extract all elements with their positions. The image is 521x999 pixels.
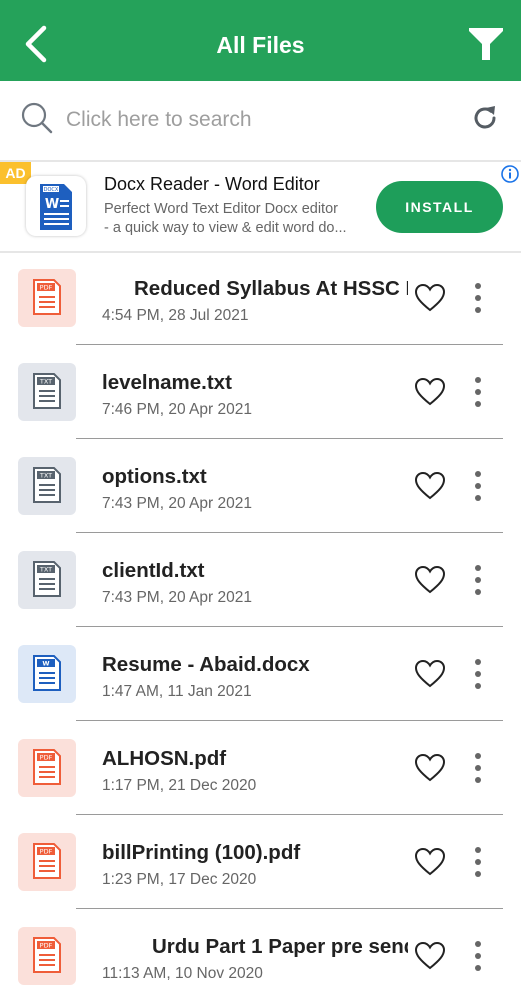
heart-outline-icon [414, 471, 446, 500]
more-options-button[interactable] [466, 562, 490, 598]
filter-icon [469, 28, 503, 60]
info-icon [501, 165, 519, 183]
more-vertical-icon [475, 753, 481, 783]
heart-outline-icon [414, 565, 446, 594]
file-name: clientId.txt [102, 559, 205, 582]
file-date: 7:43 PM, 20 Apr 2021 [102, 495, 252, 512]
file-row[interactable]: TXT clientId.txt 7:43 PM, 20 Apr 2021 [0, 533, 521, 627]
svg-text:PDF: PDF [40, 754, 53, 762]
more-vertical-icon [475, 377, 481, 407]
ad-info-button[interactable] [500, 164, 520, 184]
file-row[interactable]: PDF ALHOSN.pdf 1:17 PM, 21 Dec 2020 [0, 721, 521, 815]
ad-banner[interactable]: AD DOCX W Docx Reader - Word Editor Perf… [0, 160, 521, 253]
svg-text:TXT: TXT [39, 472, 52, 480]
docx-file-icon: W [18, 645, 76, 703]
file-date: 1:17 PM, 21 Dec 2020 [102, 777, 257, 794]
more-options-button[interactable] [466, 374, 490, 410]
file-row[interactable]: PDF Urdu Part 1 Paper pre send up.pdf 11… [0, 909, 521, 999]
heart-outline-icon [414, 941, 446, 970]
svg-text:PDF: PDF [40, 848, 53, 856]
more-vertical-icon [475, 659, 481, 689]
svg-text:TXT: TXT [39, 378, 52, 386]
file-name: Urdu Part 1 Paper pre send up.pdf [152, 935, 408, 958]
filter-button[interactable] [467, 24, 505, 64]
more-vertical-icon [475, 847, 481, 877]
pdf-file-icon: PDF [18, 833, 76, 891]
file-row[interactable]: PDF Reduced Syllabus At HSSC Level 2021.… [0, 251, 521, 345]
more-vertical-icon [475, 565, 481, 595]
svg-text:W: W [45, 197, 59, 212]
heart-outline-icon [414, 753, 446, 782]
pdf-file-icon: PDF [18, 739, 76, 797]
heart-outline-icon [414, 659, 446, 688]
file-row[interactable]: W Resume - Abaid.docx 1:47 AM, 11 Jan 20… [0, 627, 521, 721]
app-bar: All Files [0, 0, 521, 81]
favorite-button[interactable] [414, 753, 446, 783]
file-date: 11:13 AM, 10 Nov 2020 [102, 965, 263, 982]
txt-file-icon: TXT [18, 551, 76, 609]
search-bar [0, 81, 521, 160]
favorite-button[interactable] [414, 283, 446, 313]
svg-text:PDF: PDF [40, 942, 53, 950]
file-row[interactable]: TXT levelname.txt 7:46 PM, 20 Apr 2021 [0, 345, 521, 439]
file-name: Reduced Syllabus At HSSC Level 2021.pdf [134, 277, 408, 300]
file-date: 7:46 PM, 20 Apr 2021 [102, 401, 252, 418]
refresh-icon [474, 106, 496, 129]
favorite-button[interactable] [414, 659, 446, 689]
txt-file-icon: TXT [18, 363, 76, 421]
txt-file-icon: TXT [18, 457, 76, 515]
svg-text:PDF: PDF [40, 284, 53, 292]
favorite-button[interactable] [414, 471, 446, 501]
favorite-button[interactable] [414, 847, 446, 877]
ad-description-line: Perfect Word Text Editor Docx editor [104, 201, 338, 217]
more-options-button[interactable] [466, 938, 490, 974]
docx-app-icon: DOCX W [26, 176, 86, 236]
more-options-button[interactable] [466, 750, 490, 786]
file-row[interactable]: PDF billPrinting (100).pdf 1:23 PM, 17 D… [0, 815, 521, 909]
file-name: Resume - Abaid.docx [102, 653, 310, 676]
heart-outline-icon [414, 847, 446, 876]
file-date: 1:23 PM, 17 Dec 2020 [102, 871, 257, 888]
heart-outline-icon [414, 283, 446, 312]
svg-text:DOCX: DOCX [44, 187, 59, 193]
file-name: options.txt [102, 465, 207, 488]
more-options-button[interactable] [466, 280, 490, 316]
ad-description: Perfect Word Text Editor Docx editor - a… [104, 200, 366, 238]
search-input[interactable] [66, 103, 436, 137]
favorite-button[interactable] [414, 565, 446, 595]
heart-outline-icon [414, 377, 446, 406]
more-options-button[interactable] [466, 468, 490, 504]
ad-description-line: - a quick way to view & edit word do... [104, 220, 347, 236]
file-name: ALHOSN.pdf [102, 747, 227, 770]
search-icon [21, 102, 53, 134]
more-options-button[interactable] [466, 656, 490, 692]
file-name: billPrinting (100).pdf [102, 841, 301, 864]
more-vertical-icon [475, 471, 481, 501]
svg-text:W: W [42, 660, 49, 668]
more-options-button[interactable] [466, 844, 490, 880]
file-row[interactable]: TXT options.txt 7:43 PM, 20 Apr 2021 [0, 439, 521, 533]
svg-text:TXT: TXT [39, 566, 52, 574]
ad-app-name: Docx Reader - Word Editor [104, 174, 320, 194]
favorite-button[interactable] [414, 377, 446, 407]
file-name: levelname.txt [102, 371, 232, 394]
page-title: All Files [216, 32, 305, 58]
pdf-file-icon: PDF [18, 269, 76, 327]
more-vertical-icon [475, 283, 481, 313]
install-button[interactable]: INSTALL [376, 181, 503, 233]
file-date: 7:43 PM, 20 Apr 2021 [102, 589, 252, 606]
pdf-file-icon: PDF [18, 927, 76, 985]
file-date: 1:47 AM, 11 Jan 2021 [102, 683, 252, 700]
refresh-button[interactable] [470, 103, 500, 133]
file-date: 4:54 PM, 28 Jul 2021 [102, 307, 249, 324]
favorite-button[interactable] [414, 941, 446, 971]
file-list: PDF Reduced Syllabus At HSSC Level 2021.… [0, 251, 521, 999]
more-vertical-icon [475, 941, 481, 971]
